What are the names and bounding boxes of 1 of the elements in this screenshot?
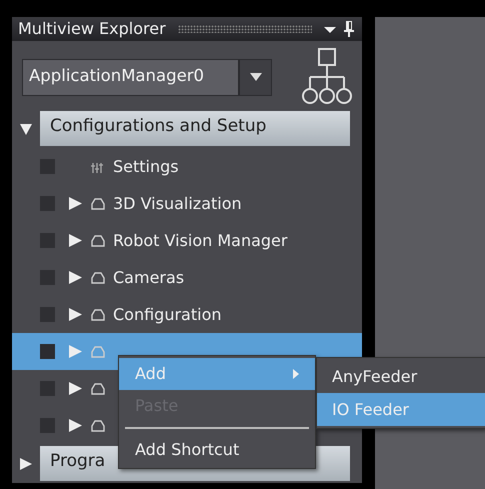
panel-title: Multiview Explorer (18, 18, 166, 40)
